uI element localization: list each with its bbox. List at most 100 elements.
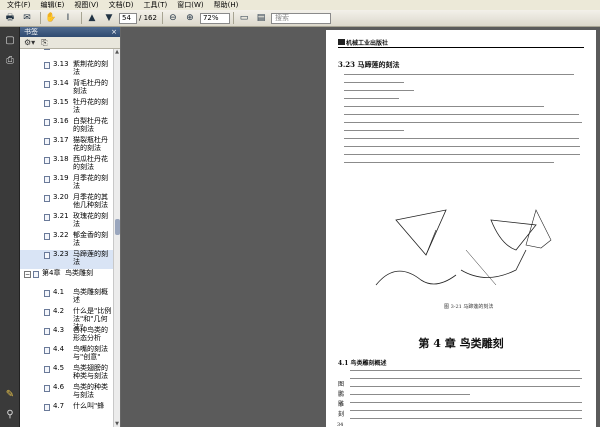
bookmark-number: 3.21	[53, 212, 69, 220]
attachments-icon[interactable]: ⚲	[3, 407, 17, 421]
comments-icon[interactable]: ✎	[3, 387, 17, 401]
chapter-body-text	[350, 370, 586, 426]
bookmark-label: 鸟类的种类与刻法	[73, 383, 108, 399]
bookmark-icon	[44, 195, 50, 202]
bookmark-number: 4.1	[53, 288, 65, 296]
bookmark-item[interactable]: 4.5 鸟类翅膀的种类与刻法	[20, 364, 114, 383]
fit-width-icon[interactable]: ▤	[254, 12, 268, 25]
menu-tools[interactable]: 工具(T)	[139, 0, 173, 10]
bookmark-number: 4.7	[53, 402, 65, 410]
bookmark-item[interactable]: 3.19 月季花的刻法	[20, 174, 114, 193]
page-total: / 162	[139, 14, 157, 22]
bookmark-item[interactable]: 4.4 鸟嘴的刻法与"创意"	[20, 345, 114, 364]
bookmarks-icon[interactable]: ⎙	[3, 53, 17, 67]
bookmark-label: 猫裂瓶杜丹花的刻法	[73, 136, 108, 152]
side-heading: 图鹏雕刻	[338, 381, 345, 418]
next-page-icon[interactable]: ▼	[102, 12, 116, 25]
bookmark-icon	[44, 157, 50, 164]
bookmark-scrollbar[interactable]: ▲ ▼	[113, 49, 120, 427]
toolbar: 🖶 ✉ ✋ I ▲ ▼ 54 / 162 ⊖ ⊕ 72% ▭ ▤ 搜索	[0, 10, 600, 27]
figure-caption: 图 3-21 马蹄莲的刻法	[444, 304, 494, 310]
menu-view[interactable]: 视图(V)	[69, 0, 103, 10]
hand-tool-icon[interactable]: ✋	[44, 12, 58, 25]
bookmark-chapter[interactable]: − 第4章 鸟类雕刻	[20, 269, 114, 288]
scroll-thumb[interactable]	[115, 219, 120, 235]
bookmark-icon	[44, 309, 50, 316]
menu-file[interactable]: 文件(F)	[2, 0, 36, 10]
bookmark-item[interactable]: 3.23 马蹄莲的刻法	[20, 250, 114, 269]
toolbar-divider	[161, 12, 163, 24]
menu-window[interactable]: 窗口(W)	[172, 0, 208, 10]
zoom-out-icon[interactable]: ⊖	[166, 12, 180, 25]
bookmark-label: 背毛杜丹的刻法	[73, 79, 108, 95]
bookmark-item[interactable]: 3.22 郁金香的刻法	[20, 231, 114, 250]
page-number-input[interactable]: 54	[119, 12, 137, 24]
scroll-up-icon[interactable]: ▲	[114, 49, 120, 55]
menu-document[interactable]: 文档(D)	[104, 0, 139, 10]
bookmark-list: 刻法3.13 紫荆花的刻法 3.14 背毛杜丹的刻法 3.15 牡丹花的刻法 3.16 白梨杜…	[20, 49, 114, 427]
prev-page-icon[interactable]: ▲	[85, 12, 99, 25]
pages-icon[interactable]: ▢	[3, 33, 17, 47]
publisher-name: 机械工业出版社	[346, 40, 389, 47]
bookmark-label: 白梨杜丹花的刻法	[73, 117, 108, 133]
close-panel-button[interactable]: ×	[111, 27, 120, 37]
bookmark-item[interactable]: 3.13 紫荆花的刻法	[20, 60, 114, 79]
bookmark-number: 4.5	[53, 364, 65, 372]
bookmark-item[interactable]: 3.16 白梨杜丹花的刻法	[20, 117, 114, 136]
bookmark-item[interactable]: 刻法	[20, 49, 114, 60]
collapse-icon[interactable]: −	[24, 271, 31, 278]
panel-title: 书签	[24, 28, 38, 36]
header-rule	[338, 47, 584, 48]
toolbar-divider	[40, 12, 41, 24]
bookmark-item[interactable]: 3.15 牡丹花的刻法	[20, 98, 114, 117]
bookmark-label: 马蹄莲的刻法	[73, 250, 108, 266]
bookmark-number: 第4章	[42, 269, 61, 277]
bookmark-item[interactable]: 4.7 什么叫"蜂	[20, 402, 114, 421]
print-icon[interactable]: 🖶	[3, 12, 17, 25]
menu-bar: 文件(F) 编辑(E) 视图(V) 文档(D) 工具(T) 窗口(W) 帮助(H…	[0, 0, 600, 10]
options-icon[interactable]: ⚙▾	[24, 38, 35, 47]
fit-page-icon[interactable]: ▭	[237, 12, 251, 25]
bookmark-number: 3.23	[53, 250, 69, 258]
publisher-logo	[338, 39, 345, 45]
bookmark-number: 3.18	[53, 155, 69, 163]
bookmark-item[interactable]: 3.17 猫裂瓶杜丹花的刻法	[20, 136, 114, 155]
bookmark-number: 4.3	[53, 326, 65, 334]
bookmark-item[interactable]: 4.2 什么是"比例法"和"几何法"	[20, 307, 114, 331]
bookmark-item[interactable]: 4.1 鸟类雕刻概述	[20, 288, 114, 307]
bookmark-number: 4.2	[53, 307, 65, 315]
bookmark-icon	[44, 347, 50, 354]
bookmark-number: 4.4	[53, 345, 65, 353]
calla-lily-figure	[375, 209, 552, 286]
bookmark-item[interactable]: 3.18 西瓜杜丹花的刻法	[20, 155, 114, 174]
bookmark-number: 3.19	[53, 174, 69, 182]
bookmark-label: 月季花的其他几种刻法	[73, 193, 108, 209]
bookmark-item[interactable]: 3.21 玫瑰花的刻法	[20, 212, 114, 231]
page-number: 34	[337, 422, 344, 427]
bookmark-icon	[44, 62, 50, 69]
document-page: 机械工业出版社 3.23 马蹄莲的刻法 图 3-21 马蹄莲的刻法 第 4 章 …	[326, 30, 596, 427]
bookmark-icon	[44, 366, 50, 373]
document-view[interactable]: 机械工业出版社 3.23 马蹄莲的刻法 图 3-21 马蹄莲的刻法 第 4 章 …	[121, 27, 600, 427]
bookmark-icon	[44, 176, 50, 183]
bookmark-item[interactable]: 3.14 背毛杜丹的刻法	[20, 79, 114, 98]
menu-help[interactable]: 帮助(H)	[209, 0, 244, 10]
bookmark-item[interactable]: 4.3 各种鸟类的形态分析	[20, 326, 114, 345]
bookmark-label: 玫瑰花的刻法	[73, 212, 108, 228]
bookmark-item[interactable]: 3.20 月季花的其他几种刻法	[20, 193, 114, 212]
bookmark-icon	[44, 252, 50, 259]
bookmark-icon	[44, 233, 50, 240]
search-input[interactable]: 搜索	[270, 12, 331, 24]
bookmark-item[interactable]: 4.6 鸟类的种类与刻法	[20, 383, 114, 402]
bookmarks-panel: 书签 × ⚙▾ ⎘ 刻法3.13 紫荆花的刻法 3.14 背毛杜丹的刻法 3.15 牡丹花…	[20, 27, 121, 427]
bookmark-icon	[44, 49, 50, 50]
bookmark-label: 鸟类翅膀的种类与刻法	[73, 364, 108, 380]
scroll-down-icon[interactable]: ▼	[114, 421, 120, 427]
zoom-level-input[interactable]: 72%	[199, 12, 230, 24]
bookmark-label: 什么叫"蜂	[73, 402, 105, 410]
email-icon[interactable]: ✉	[20, 12, 34, 25]
new-bookmark-icon[interactable]: ⎘	[41, 38, 47, 48]
zoom-in-icon[interactable]: ⊕	[183, 12, 197, 25]
select-tool-icon[interactable]: I	[61, 12, 75, 25]
menu-edit[interactable]: 编辑(E)	[36, 0, 70, 10]
